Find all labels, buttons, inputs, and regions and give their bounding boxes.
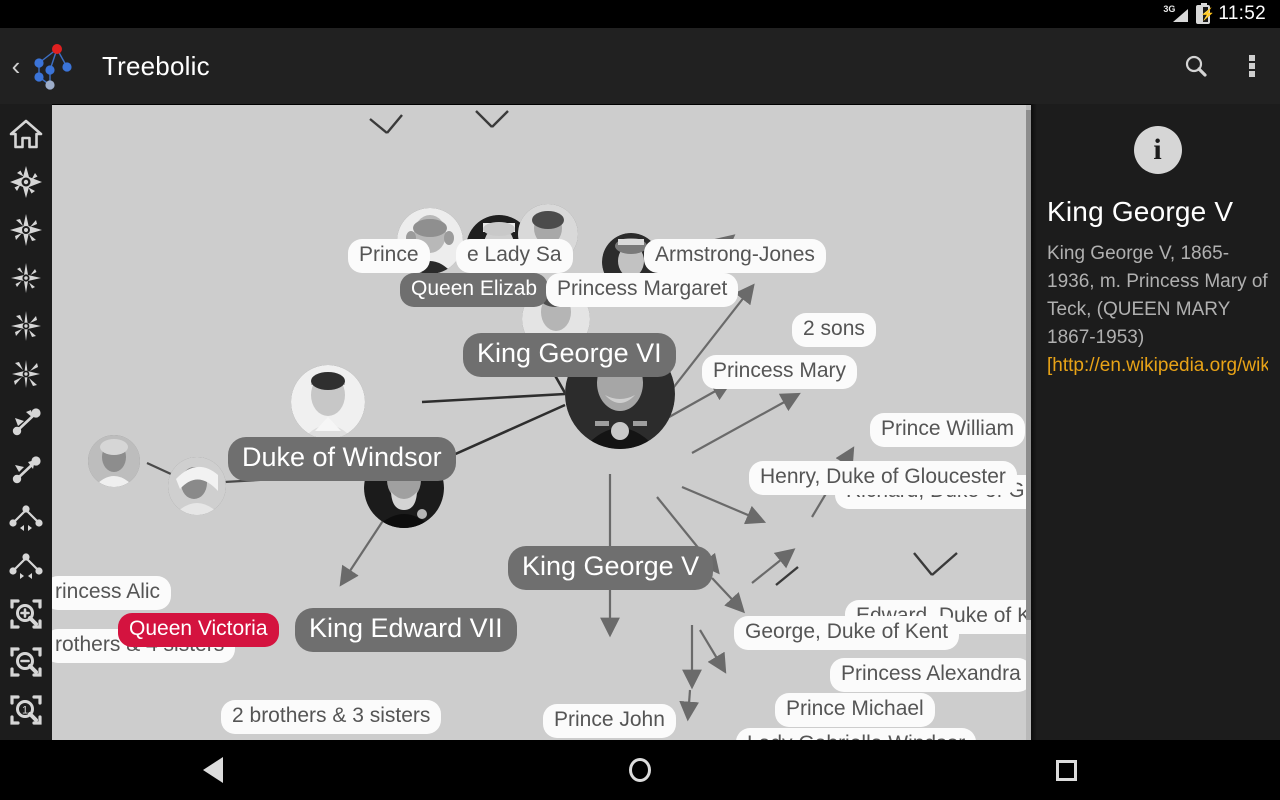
shrink-edges-button[interactable] <box>2 446 50 494</box>
node-label-two-sons[interactable]: 2 sons <box>792 313 876 347</box>
treebolic-logo-icon <box>26 36 88 96</box>
zoom-in-icon <box>10 599 42 629</box>
node-label-king-george-vi[interactable]: King George VI <box>463 333 676 377</box>
info-title: King George V <box>1047 196 1234 227</box>
node-label-king-edward-vii[interactable]: King Edward VII <box>295 608 517 652</box>
node-label-princess-alice[interactable]: rincess Alic <box>52 576 172 610</box>
info-icon: i <box>1133 126 1182 174</box>
node-label-prince-michael[interactable]: Prince Michael <box>775 693 935 727</box>
shrink-icon <box>11 263 41 293</box>
home-nav-icon <box>629 758 651 782</box>
info-link[interactable]: [http://en.wikipedia.org/wiki/G <box>1047 352 1268 380</box>
node-label-henry-gloucester[interactable]: Henry, Duke of Gloucester <box>749 461 1017 495</box>
bolt-glyph: ⚡ <box>1200 6 1216 21</box>
node-label-two-brothers-3-sisters[interactable]: 2 brothers & 3 sisters <box>221 700 442 734</box>
expand-icon <box>10 214 42 246</box>
app-bar: ‹ Treebolic <box>0 28 1280 104</box>
zoom-out-button[interactable] <box>2 638 50 686</box>
graph-toolbar: 1 <box>0 104 52 740</box>
status-clock: 11:52 <box>1218 3 1266 24</box>
android-nav-bar <box>0 740 1280 800</box>
node-label-princess-margaret[interactable]: Princess Margaret <box>546 273 739 307</box>
expand-edges-button[interactable] <box>2 398 50 446</box>
status-bar: 3G ⚡ 11:52 <box>0 0 1280 28</box>
tree-narrower-button[interactable] <box>2 542 50 590</box>
expand-edges-icon <box>12 408 41 436</box>
panel-shadow <box>1031 104 1037 740</box>
node-label-queen-victoria[interactable]: Queen Victoria <box>118 613 279 647</box>
node-label-princess-alexandra[interactable]: Princess Alexandra <box>830 658 1030 692</box>
home-icon <box>9 119 43 149</box>
tree-narrower-icon <box>9 553 43 579</box>
info-panel: i King George V King George V, 1865-1936… <box>1031 104 1280 740</box>
battery-charging-icon: ⚡ <box>1196 2 1215 24</box>
overflow-menu-button[interactable] <box>1224 38 1280 94</box>
zoom-reset-icon: 1 <box>10 695 42 725</box>
node-label-prince-charles[interactable]: Prince <box>348 239 430 273</box>
zoom-reset-button[interactable]: 1 <box>2 686 50 734</box>
nav-back-button[interactable] <box>0 757 427 783</box>
nav-recents-button[interactable] <box>853 759 1280 781</box>
widen-icon <box>11 311 41 341</box>
recents-nav-icon <box>1056 759 1078 781</box>
node-label-princess-mary[interactable]: Princess Mary <box>702 355 858 389</box>
back-nav-icon <box>203 757 224 783</box>
portrait-queen-victoria <box>168 457 226 515</box>
back-chevron-icon[interactable]: ‹ <box>4 53 28 79</box>
expand-all-icon <box>10 166 42 198</box>
shrink-edges-icon <box>12 456 41 484</box>
portrait-duke-of-windsor <box>291 365 365 439</box>
home-button[interactable] <box>2 110 50 158</box>
node-label-queen-elizabeth[interactable]: Queen Elizab <box>400 273 549 307</box>
node-label-king-george-v[interactable]: King George V <box>508 546 714 590</box>
signal-icon: 3G <box>1162 4 1189 23</box>
tree-wider-icon <box>9 505 43 531</box>
narrow-icon <box>12 360 40 388</box>
node-label-armstrong-jones[interactable]: Armstrong-Jones <box>644 239 826 273</box>
narrow-button[interactable] <box>2 350 50 398</box>
portrait-princess-alice <box>88 435 140 487</box>
widen-button[interactable] <box>2 302 50 350</box>
node-label-prince-john[interactable]: Prince John <box>543 704 676 738</box>
expand-button[interactable] <box>2 206 50 254</box>
shrink-button[interactable] <box>2 254 50 302</box>
svg-text:1: 1 <box>22 705 28 717</box>
zoom-in-button[interactable] <box>2 590 50 638</box>
zoom-out-icon <box>10 647 42 677</box>
node-label-lady-sarah[interactable]: e Lady Sa <box>456 239 573 273</box>
signal-bars <box>1173 9 1189 22</box>
info-body: King George V, 1865-1936, m. Princess Ma… <box>1047 243 1273 348</box>
node-label-duke-of-windsor[interactable]: Duke of Windsor <box>228 437 456 481</box>
graph-canvas[interactable]: Prince e Lady Sa Armstrong-Jones Queen E… <box>52 105 1030 740</box>
overflow-menu-icon <box>1249 53 1255 79</box>
node-label-prince-william[interactable]: Prince William <box>870 413 1026 447</box>
node-label-lady-gabriella[interactable]: Lady Gabriella Windsor <box>736 728 977 740</box>
nav-home-button[interactable] <box>427 758 854 782</box>
expand-all-button[interactable] <box>2 158 50 206</box>
search-icon <box>1185 55 1207 77</box>
search-button[interactable] <box>1168 38 1224 94</box>
tree-wider-button[interactable] <box>2 494 50 542</box>
node-label-george-duke-kent[interactable]: George, Duke of Kent <box>734 616 960 650</box>
app-title: Treebolic <box>102 50 210 81</box>
